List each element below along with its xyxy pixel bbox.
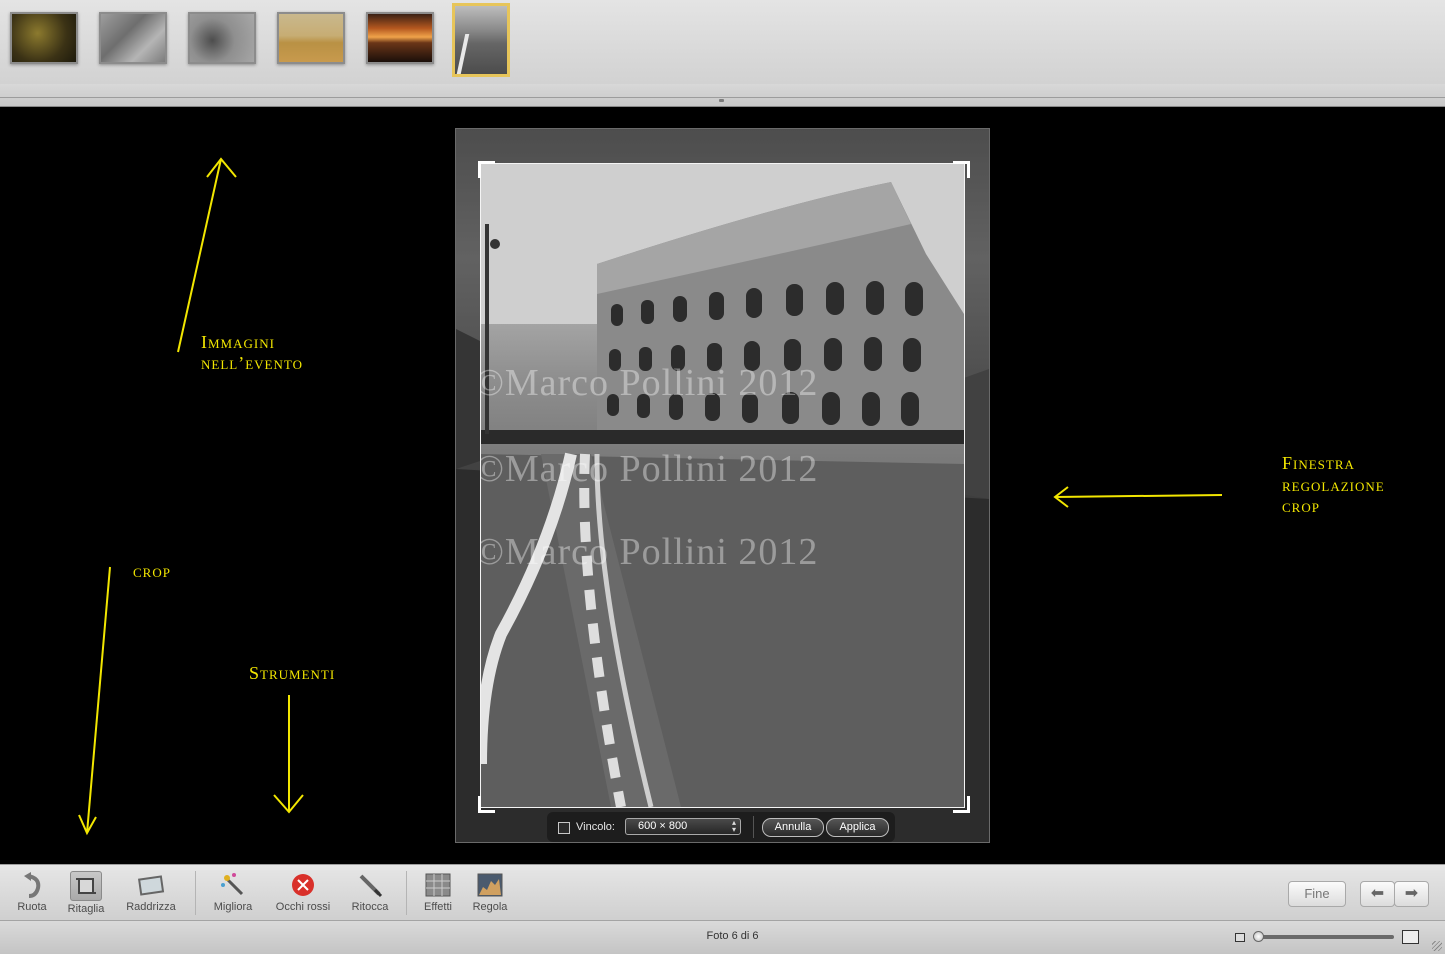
magic-wand-icon	[218, 871, 248, 899]
thumb-oak-tree[interactable]	[10, 12, 78, 64]
photo-counter: Foto 6 di 6	[706, 930, 759, 942]
arrow-right-icon: ➡	[1404, 885, 1419, 902]
annotation-arrows	[78, 157, 1223, 836]
effects-tool[interactable]: Effetti	[418, 871, 458, 913]
effects-grid-icon	[423, 871, 453, 899]
thumb-bw-texture[interactable]	[188, 12, 256, 64]
crop-label: Ritaglia	[67, 903, 105, 915]
effects-label: Effetti	[424, 901, 452, 913]
red-eye-tool[interactable]: Occhi rossi	[271, 871, 335, 913]
enhance-label: Migliora	[213, 901, 253, 913]
red-eye-label: Occhi rossi	[275, 901, 331, 913]
thumb-colosseum-selected[interactable]	[452, 3, 510, 77]
annotation-tools: Strumenti	[249, 663, 336, 683]
thumb-sunset[interactable]	[366, 12, 434, 64]
annotation-crop: crop	[133, 561, 171, 581]
done-label: Fine	[1304, 886, 1330, 901]
annotation-crop-window-line2: regolazione	[1282, 475, 1385, 495]
arrow-left-icon: ⬅	[1370, 885, 1385, 902]
annotation-events-line2: nell’evento	[201, 353, 303, 373]
edit-toolbar: Ruota Ritaglia Raddrizza Migliora Occhi …	[0, 864, 1445, 921]
done-button[interactable]: Fine	[1288, 881, 1346, 907]
thumb-beach[interactable]	[277, 12, 345, 64]
straighten-tool[interactable]: Raddrizza	[121, 871, 181, 913]
straighten-icon	[136, 871, 166, 899]
brush-icon	[355, 871, 385, 899]
enhance-tool[interactable]: Migliora	[208, 871, 258, 913]
rotate-icon	[17, 871, 47, 899]
large-thumbnail-icon[interactable]	[1402, 930, 1419, 944]
histogram-icon	[475, 871, 505, 899]
toolbar-separator	[406, 871, 407, 915]
divider-grip[interactable]	[719, 99, 724, 102]
adjust-label: Regola	[472, 901, 508, 913]
thumb-bw-water[interactable]	[99, 12, 167, 64]
crop-icon	[70, 871, 102, 901]
thumb-road-line	[456, 34, 470, 74]
pane-divider-line	[0, 97, 1445, 98]
toolbar-separator	[195, 871, 196, 915]
window-resize-grip[interactable]	[1432, 941, 1442, 951]
rotate-tool[interactable]: Ruota	[14, 871, 50, 913]
annotation-crop-window-line1: Finestra	[1282, 453, 1355, 473]
adjust-tool[interactable]: Regola	[469, 871, 511, 913]
zoom-slider-knob[interactable]	[1253, 931, 1264, 942]
retouch-label: Ritocca	[351, 901, 389, 913]
zoom-slider-track[interactable]	[1254, 935, 1394, 939]
annotation-crop-window-line3: crop	[1282, 496, 1320, 516]
previous-photo-button[interactable]: ⬅	[1360, 881, 1395, 907]
annotation-events-line1: Immagini	[201, 332, 275, 352]
retouch-tool[interactable]: Ritocca	[347, 871, 393, 913]
rotate-label: Ruota	[17, 901, 47, 913]
next-photo-button[interactable]: ➡	[1394, 881, 1429, 907]
red-eye-icon	[288, 871, 318, 899]
status-bar: Foto 6 di 6	[0, 920, 1445, 954]
crop-tool[interactable]: Ritaglia	[63, 871, 109, 915]
pane-divider[interactable]	[0, 84, 1445, 107]
event-filmstrip	[0, 0, 1445, 85]
straighten-label: Raddrizza	[126, 901, 176, 913]
small-thumbnail-icon[interactable]	[1235, 933, 1245, 942]
